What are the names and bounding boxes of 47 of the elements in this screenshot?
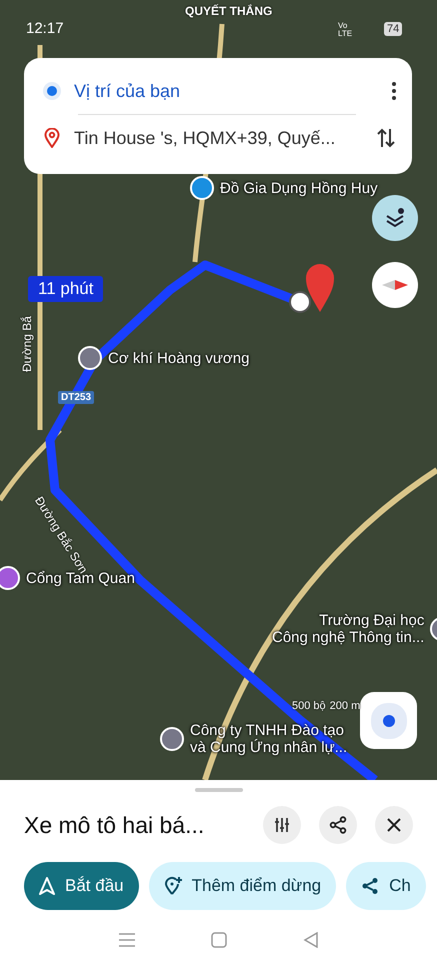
start-button[interactable]: Bắt đầu <box>24 862 139 910</box>
back-icon[interactable] <box>303 932 320 948</box>
my-location-button[interactable] <box>360 692 417 749</box>
shop-marker-icon[interactable] <box>190 176 214 200</box>
more-menu-icon[interactable] <box>392 82 396 100</box>
share-chip[interactable]: Ch <box>346 862 426 910</box>
destination-pin-icon <box>306 264 334 312</box>
route-title: Xe mô tô hai bá... <box>24 812 206 838</box>
home-icon[interactable] <box>211 932 228 948</box>
route-time-badge[interactable]: 11 phút <box>28 276 104 302</box>
navigation-arrow-icon <box>39 877 55 895</box>
pin-marker-icon[interactable] <box>160 727 184 751</box>
status-time: 12:17 <box>26 20 64 37</box>
battery-level: 74 <box>384 22 402 36</box>
origin-field[interactable]: Vị trí của bạn <box>74 80 378 102</box>
share-button[interactable] <box>319 806 357 844</box>
share-icon <box>329 816 347 834</box>
layers-button[interactable] <box>372 195 418 241</box>
pin-marker-icon[interactable] <box>78 346 102 370</box>
street-label: Đường Bắ <box>20 316 34 372</box>
destination-field[interactable]: Tin House 's, HQMX+39, Quyế... <box>74 128 362 148</box>
network-label: Vo LTE <box>338 22 354 38</box>
camera-marker-icon[interactable] <box>0 566 20 590</box>
location-dot-icon <box>47 86 57 96</box>
place-pin-icon <box>44 128 60 148</box>
compass-icon <box>382 279 408 291</box>
sliders-icon <box>273 816 291 834</box>
close-icon <box>387 818 401 832</box>
options-button[interactable] <box>263 806 301 844</box>
route-start-dot <box>289 291 311 313</box>
swap-icon[interactable] <box>376 127 396 149</box>
place-label[interactable]: Cơ khí Hoàng vương <box>108 350 250 366</box>
compass-button[interactable] <box>372 262 418 308</box>
road-number-badge: DT253 <box>58 391 94 404</box>
area-label: QUYẾT THẮNG <box>185 4 272 18</box>
add-stop-button[interactable]: Thêm điểm dừng <box>148 862 336 910</box>
menu-icon[interactable] <box>118 932 136 948</box>
my-location-icon <box>382 714 394 726</box>
place-label[interactable]: Trường Đại học Công nghệ Thông tin... <box>272 612 424 646</box>
scale-label: 500 bộ <box>292 700 326 712</box>
place-label[interactable]: Đồ Gia Dụng Hồng Huy <box>220 180 378 196</box>
close-button[interactable] <box>375 806 413 844</box>
scale-label: 200 m <box>330 700 360 712</box>
layers-icon <box>384 207 406 229</box>
drag-handle[interactable] <box>194 788 242 792</box>
share-icon <box>361 877 380 895</box>
add-location-icon <box>164 876 182 896</box>
